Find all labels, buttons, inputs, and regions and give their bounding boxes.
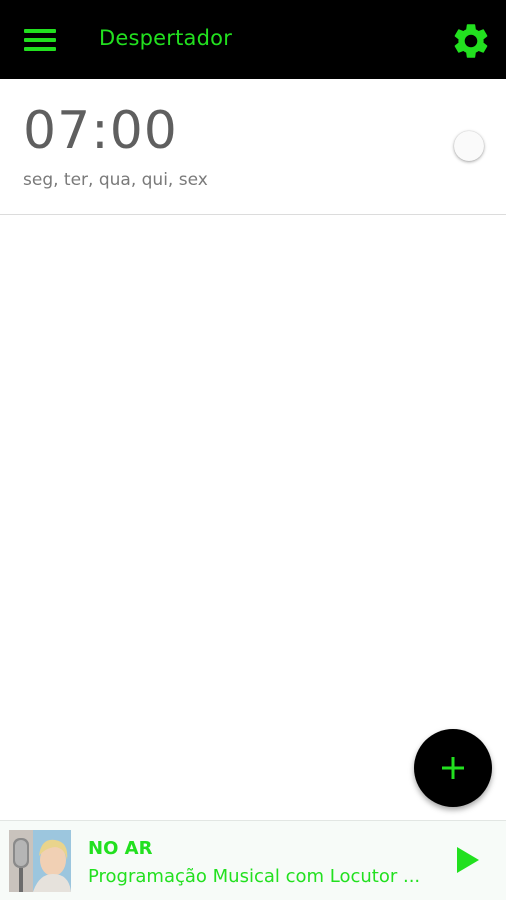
radio-player-bar: NO AR Programação Musical com Locutor ..… — [0, 820, 506, 900]
plus-icon — [442, 757, 464, 779]
alarm-toggle-switch[interactable] — [454, 131, 484, 161]
play-icon[interactable] — [452, 845, 482, 875]
hamburger-menu-icon[interactable] — [24, 29, 56, 53]
alarm-days: seg, ter, qua, qui, sex — [23, 170, 208, 190]
player-program-title: Programação Musical com Locutor ... — [88, 866, 421, 887]
app-bar: Despertador — [0, 0, 506, 79]
page-title: Despertador — [99, 26, 233, 50]
announcer-photo — [9, 830, 71, 892]
alarm-time: 07:00 — [23, 101, 178, 161]
player-status: NO AR — [88, 838, 153, 859]
alarm-list-item[interactable]: 07:00 seg, ter, qua, qui, sex — [0, 79, 506, 215]
add-alarm-button[interactable] — [414, 729, 492, 807]
gear-icon[interactable] — [450, 20, 492, 62]
